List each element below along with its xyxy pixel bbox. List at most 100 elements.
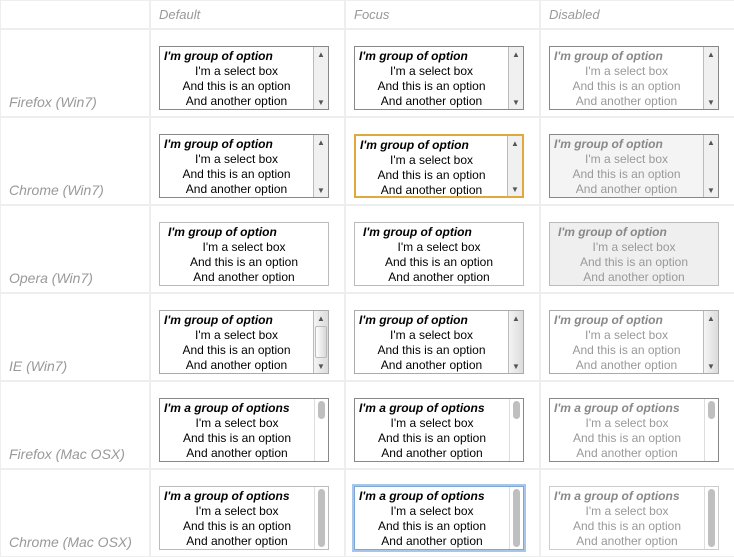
option[interactable]: And another option xyxy=(160,358,313,373)
option: And this is an option xyxy=(550,343,703,358)
option[interactable]: And another option xyxy=(355,446,509,461)
cell-firefox-win-disabled: I'm group of option I'm a select box And… xyxy=(540,29,734,117)
option[interactable]: And this is an option xyxy=(355,431,509,446)
cell-ie-win-focus: I'm group of option I'm a select box And… xyxy=(345,293,540,381)
option: And another option xyxy=(554,270,714,285)
scroll-up-icon[interactable]: ▲ xyxy=(314,311,328,325)
scroll-down-icon[interactable]: ▼ xyxy=(314,95,328,109)
listbox-firefox-win-disabled: I'm group of option I'm a select box And… xyxy=(549,46,719,110)
option[interactable]: I'm a select box xyxy=(359,240,519,255)
option[interactable]: And another option xyxy=(160,94,313,109)
option[interactable]: I'm a select box xyxy=(160,328,313,343)
cell-chrome-win-disabled: I'm group of option I'm a select box And… xyxy=(540,117,734,205)
option[interactable]: And this is an option xyxy=(164,255,324,270)
scroll-thumb[interactable] xyxy=(318,401,325,419)
option[interactable]: I'm a select box xyxy=(355,416,509,431)
scroll-down-icon[interactable]: ▼ xyxy=(509,359,523,373)
option[interactable]: I'm a select box xyxy=(160,504,314,519)
option[interactable]: And another option xyxy=(355,358,508,373)
option[interactable]: And this is an option xyxy=(355,343,508,358)
scroll-track[interactable] xyxy=(509,325,523,359)
scrollbar[interactable]: ▲▼ xyxy=(313,47,328,109)
listbox-ie-win-focus[interactable]: I'm group of option I'm a select box And… xyxy=(354,310,524,374)
scroll-thumb[interactable] xyxy=(315,326,327,358)
option[interactable]: And this is an option xyxy=(355,519,509,534)
option: I'm a select box xyxy=(550,328,703,343)
row-label-firefox-win: Firefox (Win7) xyxy=(0,29,150,117)
option[interactable]: And this is an option xyxy=(355,79,508,94)
listbox-chrome-mac-default[interactable]: I'm a group of options I'm a select box … xyxy=(159,486,329,550)
option: And another option xyxy=(550,446,704,461)
listbox-chrome-win-focus[interactable]: I'm group of option I'm a select box And… xyxy=(354,134,524,198)
option[interactable]: I'm a select box xyxy=(355,504,509,519)
optgroup-label: I'm group of option xyxy=(160,49,313,64)
scrollbar[interactable] xyxy=(314,399,328,461)
option[interactable]: And this is an option xyxy=(160,79,313,94)
option[interactable]: And another option xyxy=(164,270,324,285)
option[interactable]: And another option xyxy=(355,534,509,549)
listbox-opera-win-focus[interactable]: I'm group of option I'm a select box And… xyxy=(354,222,524,286)
row-label-ie-win: IE (Win7) xyxy=(0,293,150,381)
scrollbar[interactable]: ▲▼ xyxy=(313,311,328,373)
scroll-up-icon[interactable]: ▲ xyxy=(314,47,328,61)
optgroup-label: I'm a group of options xyxy=(160,489,314,504)
option[interactable]: I'm a select box xyxy=(160,64,313,79)
scrollbar[interactable] xyxy=(509,487,523,549)
scroll-up-icon[interactable]: ▲ xyxy=(509,311,523,325)
option[interactable]: And this is an option xyxy=(160,167,313,182)
option[interactable]: I'm a select box xyxy=(160,416,314,431)
scrollbar[interactable]: ▲▼ xyxy=(313,135,328,197)
scroll-up-icon[interactable]: ▲ xyxy=(314,135,328,149)
option[interactable]: And another option xyxy=(359,270,519,285)
scroll-thumb[interactable] xyxy=(318,489,325,547)
option[interactable]: I'm a select box xyxy=(160,152,313,167)
listbox-firefox-mac-default[interactable]: I'm a group of options I'm a select box … xyxy=(159,398,329,462)
option[interactable]: I'm a select box xyxy=(355,64,508,79)
scroll-thumb[interactable] xyxy=(513,489,520,547)
optgroup-label: I'm a group of options xyxy=(550,401,704,416)
listbox-chrome-win-default[interactable]: I'm group of option I'm a select box And… xyxy=(159,134,329,198)
listbox-firefox-win-focus[interactable]: I'm group of option I'm a select box And… xyxy=(354,46,524,110)
listbox-opera-win-disabled: I'm group of option I'm a select box And… xyxy=(549,222,719,286)
scrollbar xyxy=(704,487,718,549)
option: I'm a select box xyxy=(550,64,703,79)
listbox-firefox-win-default[interactable]: I'm group of option I'm a select box And… xyxy=(159,46,329,110)
option[interactable]: And another option xyxy=(356,183,507,196)
optgroup-label: I'm group of option xyxy=(554,225,714,240)
scrollbar[interactable] xyxy=(314,487,328,549)
listbox-chrome-mac-focus[interactable]: I'm a group of options I'm a select box … xyxy=(354,486,524,550)
option[interactable]: And another option xyxy=(160,446,314,461)
listbox-firefox-mac-disabled: I'm a group of options I'm a select box … xyxy=(549,398,719,462)
option[interactable]: And another option xyxy=(160,182,313,197)
scroll-down-icon[interactable]: ▼ xyxy=(509,95,523,109)
scroll-track xyxy=(704,325,718,359)
option[interactable]: I'm a select box xyxy=(356,153,507,168)
scroll-down-icon[interactable]: ▼ xyxy=(314,359,328,373)
option: I'm a select box xyxy=(550,152,703,167)
scroll-up-icon[interactable]: ▲ xyxy=(508,136,522,150)
scroll-thumb[interactable] xyxy=(513,401,520,419)
header-focus: Focus xyxy=(345,0,540,29)
listbox-ie-win-default[interactable]: I'm group of option I'm a select box And… xyxy=(159,310,329,374)
listbox-firefox-mac-focus[interactable]: I'm a group of options I'm a select box … xyxy=(354,398,524,462)
scroll-thumb xyxy=(708,489,715,547)
scroll-up-icon[interactable]: ▲ xyxy=(509,47,523,61)
listbox-opera-win-default[interactable]: I'm group of option I'm a select box And… xyxy=(159,222,329,286)
option[interactable]: I'm a select box xyxy=(164,240,324,255)
scrollbar[interactable]: ▲▼ xyxy=(507,136,522,196)
option[interactable]: And this is an option xyxy=(160,343,313,358)
scrollbar[interactable]: ▲▼ xyxy=(508,311,523,373)
option[interactable]: And this is an option xyxy=(160,519,314,534)
option[interactable]: And this is an option xyxy=(160,431,314,446)
optgroup-label: I'm group of option xyxy=(356,138,507,153)
scroll-down-icon[interactable]: ▼ xyxy=(508,182,522,196)
option[interactable]: And another option xyxy=(160,534,314,549)
option[interactable]: And another option xyxy=(355,94,508,109)
option[interactable]: And this is an option xyxy=(356,168,507,183)
scroll-up-icon: ▲ xyxy=(704,311,718,325)
scrollbar[interactable]: ▲▼ xyxy=(508,47,523,109)
scrollbar[interactable] xyxy=(509,399,523,461)
scroll-down-icon[interactable]: ▼ xyxy=(314,183,328,197)
option[interactable]: I'm a select box xyxy=(355,328,508,343)
option[interactable]: And this is an option xyxy=(359,255,519,270)
